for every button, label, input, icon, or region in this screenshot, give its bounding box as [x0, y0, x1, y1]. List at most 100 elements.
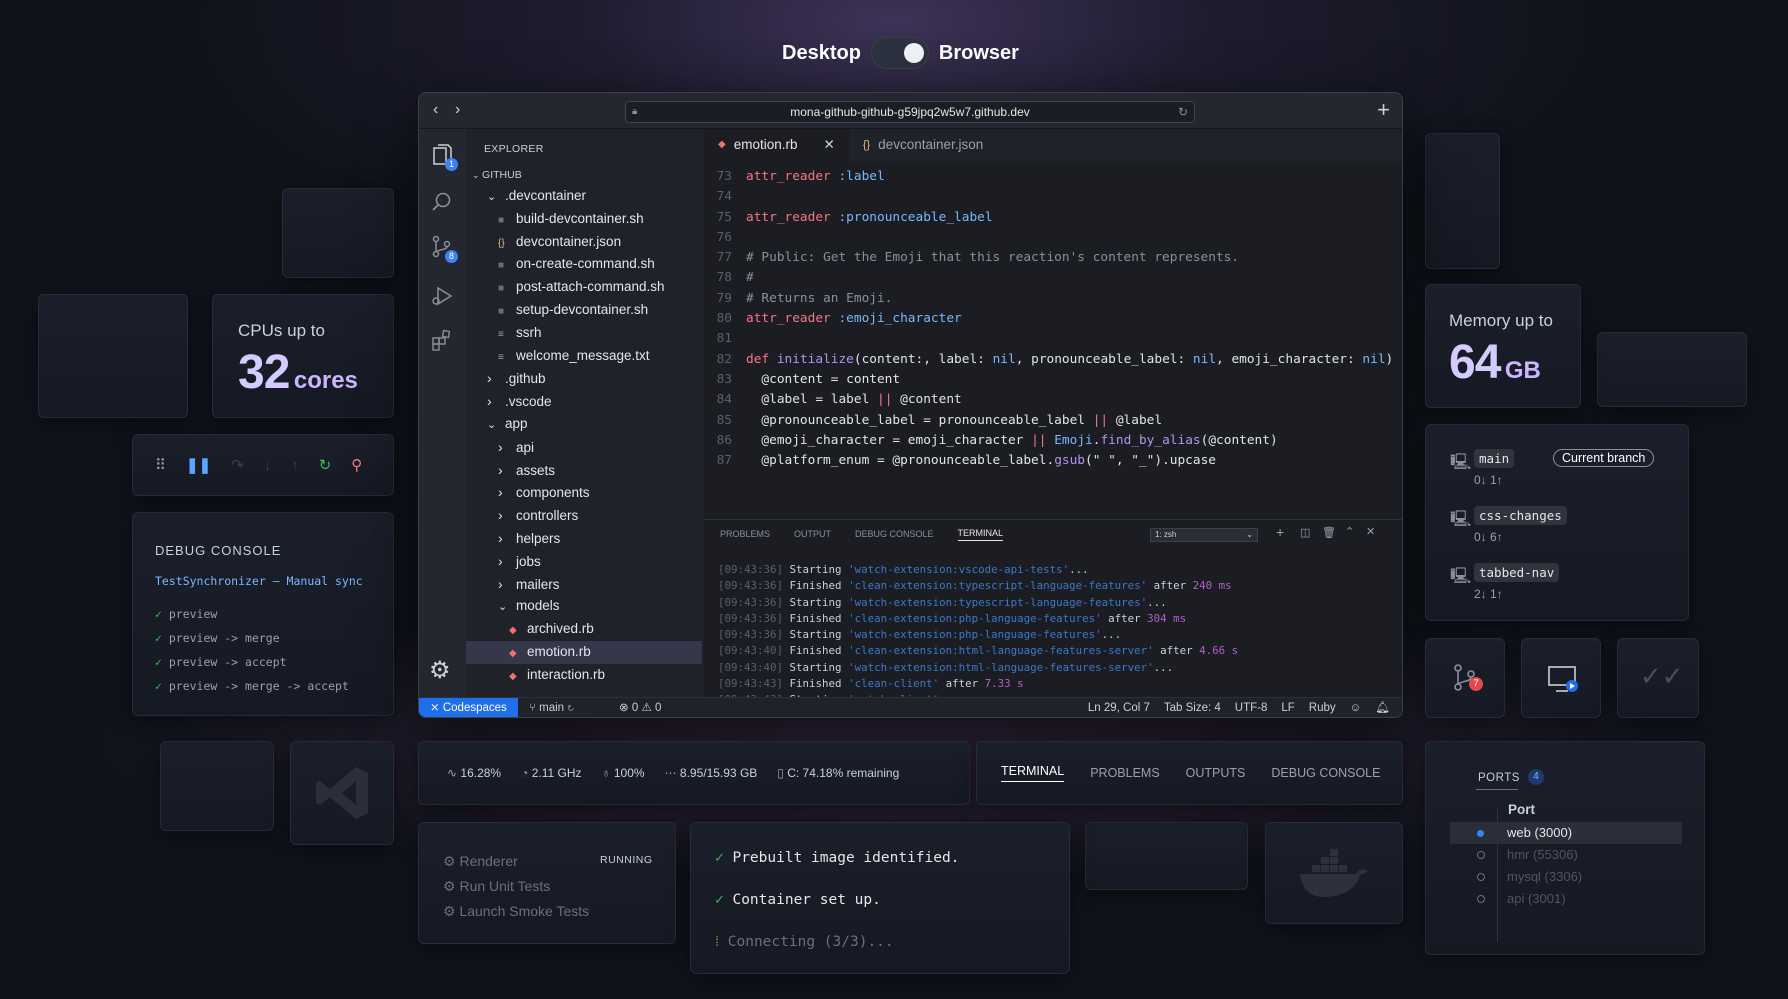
close-panel-icon[interactable]: ✕	[1366, 525, 1375, 538]
feedback-icon[interactable]: ☺	[1350, 698, 1362, 717]
explorer-item[interactable]: › .github	[466, 367, 702, 390]
terminal-verb: Starting	[789, 563, 842, 576]
terminal-verb: Finished	[789, 644, 842, 658]
port-row-hmr[interactable]: hmr (55306)	[1450, 844, 1682, 866]
toggle-switch[interactable]	[870, 37, 929, 69]
explorer-item[interactable]: {} devcontainer.json	[466, 231, 702, 254]
url-bar[interactable]: 🔒︎ mona-github-github-g59jpq2w5w7.github…	[625, 101, 1195, 123]
branch-item[interactable]: 🖳︎ css-changes 0↓ 6↑	[1450, 506, 1688, 563]
branch-item[interactable]: 🖳︎ tabbed-nav 2↓ 1↑	[1450, 563, 1688, 620]
drag-handle-icon[interactable]: ⠿	[155, 456, 166, 474]
new-tab-icon[interactable]: +	[1377, 97, 1390, 123]
line-text: @content = content	[746, 371, 901, 387]
check-icon: ✓	[715, 892, 733, 908]
explorer-item[interactable]: › helpers	[466, 527, 702, 550]
remote-indicator[interactable]: ⨯ Codespaces	[419, 698, 518, 717]
tab-devcontainer-json[interactable]: {} devcontainer.json	[849, 129, 997, 161]
bell-icon[interactable]: 🔔︎	[1375, 698, 1390, 717]
run-debug-activity-icon[interactable]	[431, 285, 453, 312]
explorer-item[interactable]: ■ build-devcontainer.sh	[466, 208, 702, 231]
tab-emotion-rb[interactable]: ◆ emotion.rb ✕	[704, 129, 849, 161]
branch-indicator[interactable]: ⑂ main ↻	[529, 698, 574, 717]
reload-icon[interactable]: ↻	[1178, 102, 1188, 122]
explorer-activity-icon[interactable]: 1	[431, 143, 458, 171]
explorer-item[interactable]: ◆ interaction.rb	[466, 664, 702, 687]
maximize-panel-icon[interactable]: ⌃	[1345, 525, 1354, 538]
pause-icon[interactable]: ❚❚	[186, 456, 211, 474]
encoding[interactable]: UTF-8	[1235, 698, 1268, 717]
cursor-position[interactable]: Ln 29, Col 7	[1088, 698, 1150, 717]
toggle-label-desktop[interactable]: Desktop	[782, 42, 861, 65]
terminal-line: [09:43:36] Starting 'watch-extension:php…	[718, 627, 1402, 643]
remote-explorer-tile[interactable]	[1521, 638, 1601, 718]
panel-tab-terminal[interactable]: TERMINAL	[957, 528, 1004, 541]
explorer-item[interactable]: › mailers	[466, 573, 702, 596]
explorer-item-label: app	[505, 415, 528, 431]
explorer-item[interactable]: ■ post-attach-command.sh	[466, 276, 702, 299]
explorer-root[interactable]: ⌄ GITHUB	[466, 167, 702, 183]
problems-indicator[interactable]: ⊗ 0 ⚠ 0	[619, 698, 661, 717]
explorer-item[interactable]: ⌄ models	[466, 595, 702, 618]
terminal-output[interactable]: [09:43:36] Starting 'watch-extension:vsc…	[704, 548, 1402, 697]
scm-tile[interactable]: 7	[1425, 638, 1505, 718]
panel-tab-problems[interactable]: PROBLEMS	[720, 529, 770, 539]
extensions-activity-icon[interactable]	[431, 329, 453, 356]
settings-gear-icon[interactable]: ⚙	[429, 656, 451, 685]
explorer-item[interactable]: ≡ ssrh	[466, 322, 702, 345]
eol[interactable]: LF	[1281, 698, 1294, 717]
line-number: 77	[716, 250, 732, 266]
explorer-item[interactable]: › assets	[466, 459, 702, 482]
search-activity-icon[interactable]	[431, 191, 453, 218]
explorer-item[interactable]: › api	[466, 436, 702, 459]
explorer-item[interactable]: ◆ archived.rb	[466, 618, 702, 641]
branch-item[interactable]: 🖳︎ main Current branch 0↓ 1↑	[1450, 449, 1688, 506]
task-item[interactable]: ⚙ Run Unit Tests	[443, 874, 675, 899]
ports-title[interactable]: PORTS	[1478, 772, 1520, 784]
explorer-item[interactable]: ≡ welcome_message.txt	[466, 345, 702, 368]
forward-icon[interactable]: ›	[455, 101, 460, 119]
trash-icon[interactable]: 🗑︎	[1322, 526, 1336, 539]
code-view[interactable]: 73 attr_reader :label 74 75 attr_reader :pro…	[704, 161, 1402, 471]
explorer-item[interactable]: › .vscode	[466, 390, 702, 413]
source-control-activity-icon[interactable]: 8	[431, 235, 458, 264]
checks-tile[interactable]: ✓✓	[1617, 638, 1699, 718]
back-icon[interactable]: ‹	[433, 101, 438, 119]
restart-icon[interactable]: ↻	[319, 456, 332, 474]
tab-outputs[interactable]: OUTPUTS	[1186, 766, 1246, 780]
toggle-label-browser[interactable]: Browser	[939, 42, 1019, 65]
explorer-item[interactable]: › components	[466, 481, 702, 504]
explorer-item[interactable]: ⌄ app	[466, 413, 702, 436]
explorer-item-label: assets	[516, 462, 556, 478]
disconnect-icon[interactable]: ⚲	[351, 456, 362, 474]
explorer-item[interactable]: › jobs	[466, 550, 702, 573]
tab-debug-console[interactable]: DEBUG CONSOLE	[1271, 766, 1380, 780]
new-terminal-icon[interactable]: +	[1276, 524, 1284, 540]
panel-tab-debug-console[interactable]: DEBUG CONSOLE	[855, 529, 934, 539]
explorer-item[interactable]: ■ setup-devcontainer.sh	[466, 299, 702, 322]
tab-size[interactable]: Tab Size: 4	[1164, 698, 1221, 717]
explorer-item[interactable]: › controllers	[466, 504, 702, 527]
language-mode[interactable]: Ruby	[1309, 698, 1336, 717]
explorer-item[interactable]: ■ on-create-command.sh	[466, 253, 702, 276]
explorer-item[interactable]: ◆ emotion.rb	[466, 640, 702, 664]
step-into-icon[interactable]: ↓	[264, 457, 272, 474]
explorer-item[interactable]: ⌄ .devcontainer	[466, 185, 702, 208]
port-row-mysql[interactable]: mysql (3306)	[1450, 866, 1682, 888]
step-out-icon[interactable]: ↑	[291, 457, 299, 474]
step-over-icon[interactable]: ↷	[231, 456, 244, 474]
remote-icon: ⨯	[430, 702, 443, 714]
code-line: 82 def initialize(content:, label: nil, p…	[704, 350, 1402, 370]
line-number: 80	[716, 311, 732, 327]
panel-tab-output[interactable]: OUTPUT	[794, 529, 831, 539]
tab-problems[interactable]: PROBLEMS	[1090, 766, 1159, 780]
port-row-api[interactable]: api (3001)	[1450, 888, 1682, 910]
split-terminal-icon[interactable]: ◫	[1300, 526, 1310, 539]
explorer-item-label: mailers	[516, 576, 560, 592]
port-row-web[interactable]: web (3000)	[1450, 822, 1682, 844]
tab-terminal[interactable]: TERMINAL	[1001, 764, 1065, 782]
close-icon[interactable]: ✕	[824, 129, 835, 161]
terminal-select[interactable]: 1: zsh ⌄	[1150, 528, 1258, 542]
task-item[interactable]: ⚙ Launch Smoke Tests	[443, 899, 675, 924]
sync-icon[interactable]: ↻	[564, 702, 574, 714]
setup-log-card: ✓ Prebuilt image identified. ✓ Container…	[690, 822, 1070, 974]
